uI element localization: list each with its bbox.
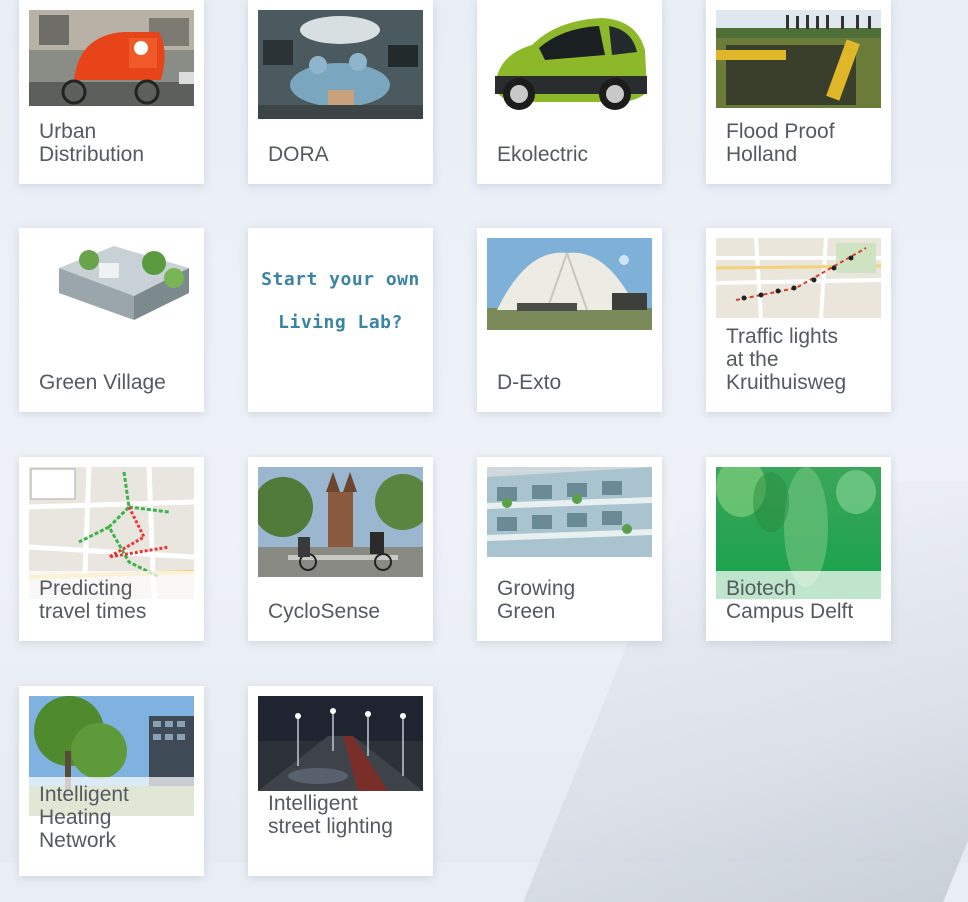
tile-label: Flood Proof Holland [726, 120, 835, 166]
cyclosense-image [258, 467, 423, 577]
tile-label: Intelligent street lighting [268, 792, 393, 838]
tile-intelligent-heating-network[interactable]: Intelligent Heating Network [19, 686, 204, 876]
tile-label: D-Exto [497, 371, 562, 394]
urban-distribution-image [29, 10, 194, 106]
tile-label: CycloSense [268, 600, 381, 623]
tile-label: Intelligent Heating Network [29, 777, 204, 856]
tile-d-exto[interactable]: D-Exto [477, 228, 662, 412]
tile-label: DORA [268, 143, 329, 166]
tile-dora[interactable]: DORA [248, 0, 433, 184]
tile-flood-proof-holland[interactable]: Flood Proof Holland [706, 0, 891, 184]
intelligent-street-lighting-image [258, 696, 423, 791]
tile-intelligent-street-lighting[interactable]: Intelligent street lighting [248, 686, 433, 876]
tile-label: Urban Distribution [39, 120, 145, 166]
tile-label: Biotech Campus Delft [716, 571, 891, 627]
tile-label: Green Village [39, 371, 166, 394]
tile-urban-distribution[interactable]: Urban Distribution [19, 0, 204, 184]
tile-label: Predicting travel times [29, 571, 204, 627]
living-lab-text: Start your own Living Lab? [261, 269, 420, 333]
tile-predicting-travel-times[interactable]: Predicting travel times [19, 457, 204, 641]
tile-growing-green[interactable]: Growing Green [477, 457, 662, 641]
traffic-lights-image [716, 238, 881, 318]
growing-green-image [487, 467, 652, 557]
dora-image [258, 10, 423, 119]
tile-biotech-campus-delft[interactable]: Biotech Campus Delft [706, 457, 891, 641]
tile-living-lab[interactable]: Start your own Living Lab? [248, 228, 433, 412]
flood-proof-holland-image [716, 10, 881, 108]
ekolectric-image [487, 10, 652, 120]
tile-label: Growing Green [497, 577, 576, 623]
tile-cyclosense[interactable]: CycloSense [248, 457, 433, 641]
tile-label: Ekolectric [497, 143, 589, 166]
d-exto-image [487, 238, 652, 330]
green-village-image [29, 238, 194, 322]
tile-traffic-lights[interactable]: Traffic lights at the Kruithuisweg [706, 228, 891, 412]
tile-ekolectric[interactable]: Ekolectric [477, 0, 662, 184]
tile-green-village[interactable]: Green Village [19, 228, 204, 412]
tile-label: Traffic lights at the Kruithuisweg [716, 319, 891, 398]
